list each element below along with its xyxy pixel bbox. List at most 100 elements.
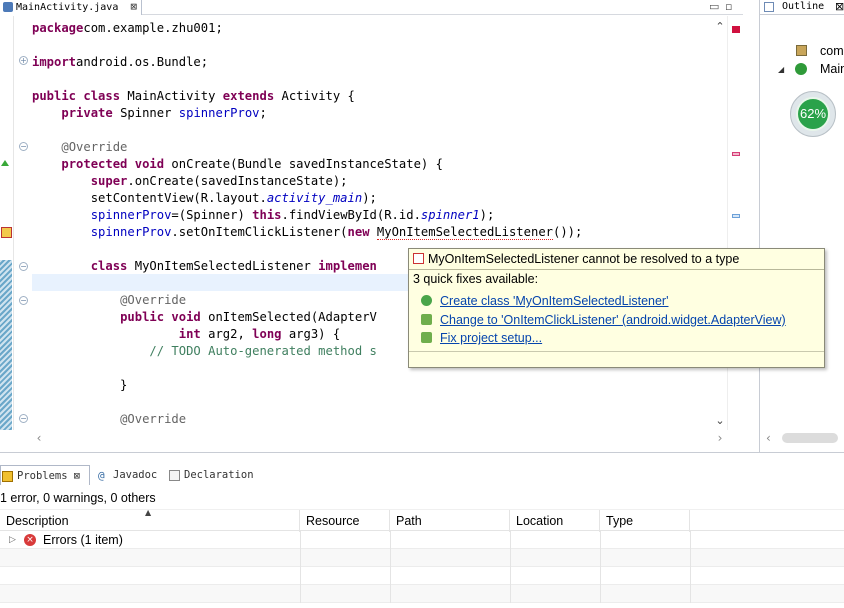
code-line[interactable]: class MyOnItemSelectedListener implemen — [32, 258, 377, 275]
outline-item-class[interactable]: Main — [820, 61, 844, 77]
error-token: MyOnItemSelectedListener — [376, 225, 553, 240]
code-token: this — [252, 208, 282, 222]
error-summary-icon[interactable] — [732, 26, 740, 33]
fix-link[interactable]: Create class 'MyOnItemSelectedListener' — [440, 294, 668, 308]
code-line[interactable]: @Override — [32, 292, 186, 309]
tab-mainactivity-java[interactable]: MainActivity.java ⊠ — [0, 0, 143, 15]
code-line[interactable]: } — [32, 377, 127, 394]
fold-collapse-icon[interactable]: − — [19, 296, 28, 305]
code-line[interactable]: importandroid.os.Bundle; — [32, 54, 208, 71]
problems-panel[interactable]: Problems ⊠ @ Javadoc Declaration 1 error,… — [0, 452, 844, 608]
code-token: arg3) { — [281, 327, 341, 341]
error-quickfix-icon[interactable] — [1, 227, 12, 238]
close-icon[interactable]: ⊠ — [130, 0, 137, 13]
table-row-errors[interactable]: ▷ × Errors (1 item) — [0, 531, 844, 549]
code-line[interactable]: @Override — [32, 139, 127, 156]
code-token: .onCreate(savedInstanceState); — [127, 174, 348, 188]
table-row-empty — [0, 567, 844, 585]
code-line[interactable]: spinnerProv.setOnItemClickListener(new M… — [32, 224, 582, 241]
code-line[interactable]: // TODO Auto-generated method s — [32, 343, 376, 360]
overview-occurrence-mark[interactable] — [732, 214, 740, 218]
code-token: setContentView(R.layout. — [32, 191, 267, 205]
fold-expand-icon[interactable]: + — [19, 56, 28, 65]
expand-arrow-icon[interactable]: ▷ — [9, 531, 16, 549]
outline-item-package[interactable]: com — [820, 43, 844, 59]
fold-collapse-icon[interactable]: − — [19, 142, 28, 151]
code-token: ); — [479, 208, 495, 222]
fold-collapse-icon[interactable]: − — [19, 262, 28, 271]
package-icon — [796, 45, 807, 56]
scroll-down-icon[interactable]: ⌄ — [713, 414, 727, 428]
quick-fix-create-class[interactable]: Create class 'MyOnItemSelectedListener' — [421, 293, 668, 310]
tab-label: Declaration — [184, 469, 254, 481]
code-line[interactable]: public class MainActivity extends Activi… — [32, 88, 355, 105]
maximize-icon[interactable]: ▫ — [725, 0, 732, 13]
code-token: import — [32, 55, 77, 69]
column-path[interactable]: Path — [390, 510, 510, 532]
change-icon — [421, 314, 432, 325]
close-icon[interactable]: ⊠ — [835, 0, 844, 13]
error-icon — [413, 253, 424, 264]
code-line[interactable]: protected void onCreate(Bundle savedInst… — [32, 156, 443, 173]
minimize-icon[interactable]: ▭ — [709, 0, 719, 13]
problems-icon — [2, 471, 13, 482]
outline-horizontal-scrollbar[interactable]: ‹ — [762, 430, 844, 446]
scroll-up-icon[interactable]: ⌃ — [713, 20, 727, 34]
fold-collapse-icon[interactable]: − — [19, 414, 28, 423]
code-token: MainActivity — [120, 89, 223, 103]
memory-gauge[interactable]: 62% — [790, 91, 836, 137]
divider — [409, 351, 824, 352]
vertical-scrollbar[interactable]: ⌃ ⌄ — [713, 20, 727, 430]
error-icon: × — [24, 534, 36, 546]
column-location[interactable]: Location — [510, 510, 600, 532]
code-token: protected void — [61, 157, 165, 171]
code-token: new — [347, 225, 370, 239]
code-line[interactable]: packagecom.example.zhu001; — [32, 20, 223, 37]
scroll-thumb[interactable] — [782, 433, 838, 443]
tab-outline[interactable]: Outline ⊠ — [760, 0, 844, 15]
java-file-icon — [3, 2, 13, 12]
column-type[interactable]: Type — [600, 510, 690, 532]
tab-declaration[interactable]: Declaration — [168, 465, 254, 485]
code-token: private — [61, 106, 113, 120]
editor-pane[interactable]: MainActivity.java ⊠ ▭ ▫ + − − − − packag… — [0, 0, 743, 450]
column-resource[interactable]: Resource — [300, 510, 390, 532]
table-row-empty — [0, 585, 844, 603]
tab-javadoc[interactable]: @ Javadoc — [97, 465, 157, 485]
code-line[interactable]: public void onItemSelected(AdapterV — [32, 309, 377, 326]
code-line[interactable]: super.onCreate(savedInstanceState); — [32, 173, 348, 190]
code-line[interactable]: spinnerProv=(Spinner) this.findViewById(… — [32, 207, 495, 224]
scroll-left-icon[interactable]: ‹ — [32, 430, 46, 446]
code-line[interactable]: private Spinner spinnerProv; — [32, 105, 266, 122]
code-line[interactable]: @Override — [32, 411, 186, 428]
fix-link[interactable]: Fix project setup... — [440, 331, 542, 345]
code-line[interactable]: int arg2, long arg3) { — [32, 326, 340, 343]
code-token: @Override — [120, 412, 187, 426]
code-line[interactable]: setContentView(R.layout.activity_main); — [32, 190, 377, 207]
tab-problems[interactable]: Problems ⊠ — [0, 465, 90, 485]
outline-tab-label: Outline — [782, 1, 825, 12]
scroll-right-icon[interactable]: › — [713, 430, 727, 446]
quick-fix-change-type[interactable]: Change to 'OnItemClickListener' (android… — [421, 312, 786, 329]
overview-error-mark[interactable] — [732, 152, 740, 156]
collapse-arrow-icon[interactable]: ◢ — [778, 65, 784, 74]
quick-fix-project-setup[interactable]: Fix project setup... — [421, 330, 542, 347]
code-token: spinnerProv — [178, 106, 260, 120]
scroll-left-icon[interactable]: ‹ — [766, 430, 771, 446]
close-icon[interactable]: ⊠ — [74, 470, 80, 482]
fix-link[interactable]: Change to 'OnItemClickListener' (android… — [440, 313, 786, 327]
outline-panel[interactable]: Outline ⊠ com ◢ Main ‹ — [759, 0, 844, 452]
horizontal-scrollbar[interactable]: ‹ › — [32, 430, 743, 446]
quick-fix-popup[interactable]: MyOnItemSelectedListener cannot be resol… — [408, 248, 825, 368]
